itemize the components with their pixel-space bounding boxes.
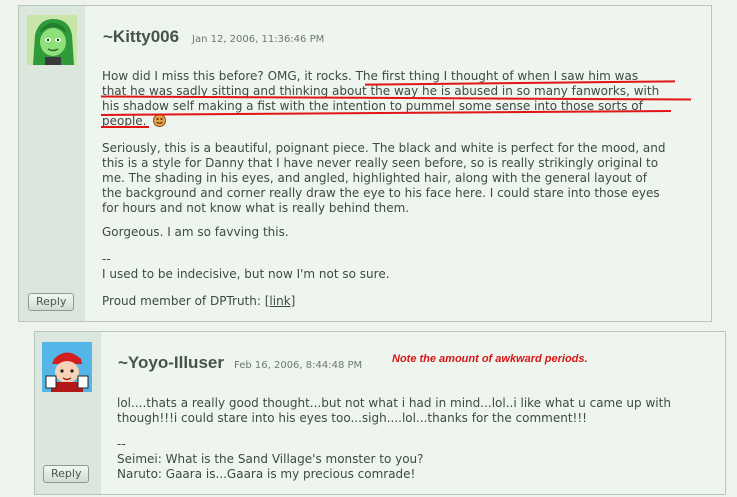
dptruth-link[interactable]: [link]: [265, 294, 296, 308]
comment-kitty006: Reply ~Kitty006 Jan 12, 2006, 11:36:46 P…: [18, 5, 712, 322]
comment-yoyo-illuser: Reply ~Yoyo-Illuser Feb 16, 2006, 8:44:4…: [34, 331, 726, 495]
smiley-face-icon: [153, 114, 167, 131]
comment-date: Jan 12, 2006, 11:36:46 PM: [192, 34, 325, 45]
comment-paragraph-2: Seriously, this is a beautiful, poignant…: [102, 141, 666, 215]
red-cap-avatar-icon[interactable]: [42, 342, 92, 392]
reply-button[interactable]: Reply: [43, 465, 90, 483]
comment-body-text: lol....thats a really good thought...but…: [117, 396, 671, 425]
comment-date: Feb 16, 2006, 8:44:48 PM: [234, 360, 363, 371]
signature: -- I used to be indecisive, but now I'm …: [102, 252, 390, 281]
signature: -- Seimei: What is the Sand Village's mo…: [117, 437, 424, 481]
comment-paragraph-3: Gorgeous. I am so favving this.: [102, 225, 289, 239]
annotation-note: Note the amount of awkward periods.: [392, 353, 588, 365]
highlight-underline: [101, 126, 149, 128]
username-link[interactable]: ~Kitty006: [103, 27, 179, 47]
username-link[interactable]: ~Yoyo-Illuser: [118, 353, 224, 373]
proud-member-line: Proud member of DPTruth: [link]: [102, 294, 296, 308]
green-girl-avatar-icon[interactable]: [27, 15, 77, 65]
reply-button[interactable]: Reply: [28, 293, 75, 311]
